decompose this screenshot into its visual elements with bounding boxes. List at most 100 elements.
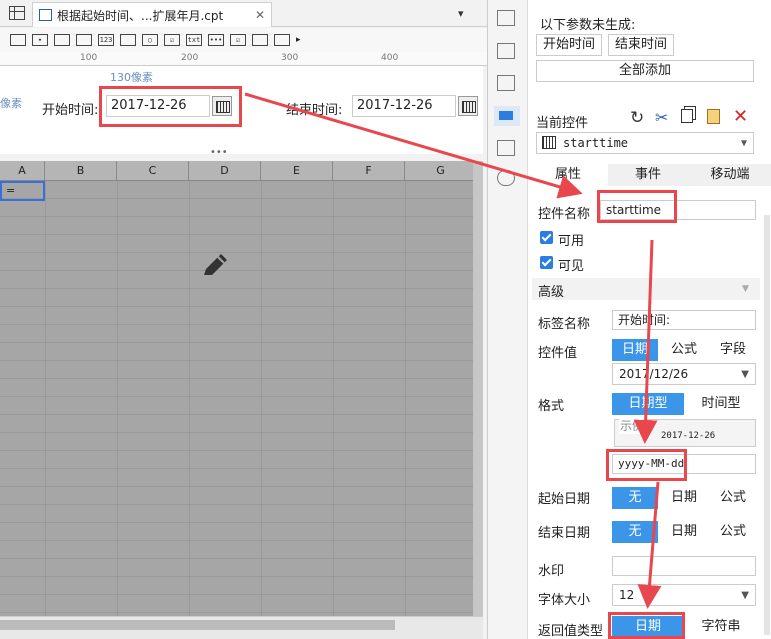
table-row[interactable]	[0, 541, 483, 559]
return-type-string[interactable]: 字符串	[686, 616, 756, 638]
table-row[interactable]	[0, 217, 483, 235]
value-date-select[interactable]: 2017/12/26 ▼	[612, 363, 756, 385]
listbox-widget-icon[interactable]	[54, 34, 70, 46]
enabled-checkbox[interactable]	[540, 231, 553, 244]
table-row[interactable]	[0, 487, 483, 505]
table-row[interactable]	[0, 451, 483, 469]
table-row[interactable]	[0, 253, 483, 271]
current-control-select[interactable]: starttime ▼	[536, 132, 754, 154]
column-header-b[interactable]: B	[45, 161, 117, 181]
table-row[interactable]	[0, 307, 483, 325]
table-row[interactable]	[0, 361, 483, 379]
hyperlink-icon[interactable]	[497, 140, 515, 156]
float-element-icon[interactable]	[497, 75, 515, 91]
return-type-date[interactable]: 日期	[612, 616, 684, 638]
tab-properties[interactable]: 属性	[528, 164, 608, 186]
table-row[interactable]	[0, 181, 483, 199]
button-widget-icon[interactable]	[274, 34, 290, 46]
end-date-none[interactable]: 无	[612, 521, 658, 543]
table-row[interactable]	[0, 469, 483, 487]
number-widget-icon[interactable]: 123	[98, 34, 114, 46]
date-widget-icon[interactable]	[76, 34, 92, 46]
more-icon[interactable]: ▸	[296, 35, 301, 45]
value-type-field[interactable]: 字段	[710, 339, 756, 361]
delete-icon[interactable]: ✕	[733, 106, 748, 127]
scroll-thumb[interactable]	[0, 620, 395, 630]
add-end-time-button[interactable]: 结束时间	[608, 34, 674, 56]
watermark-input[interactable]	[612, 556, 756, 576]
table-row[interactable]	[0, 505, 483, 523]
value-type-formula[interactable]: 公式	[660, 339, 708, 361]
grid-menu-icon[interactable]	[9, 6, 25, 20]
tab-events[interactable]: 事件	[608, 164, 688, 186]
tab-mobile[interactable]: 移动端	[688, 164, 771, 186]
end-date-formula[interactable]: 公式	[710, 521, 756, 543]
tree-widget-icon[interactable]	[252, 34, 268, 46]
table-row[interactable]	[0, 559, 483, 577]
collapse-icon[interactable]: ▼	[742, 284, 749, 294]
vertical-scrollbar[interactable]	[473, 161, 483, 616]
checkbox-widget-icon[interactable]: ☑	[164, 34, 180, 46]
refresh-icon[interactable]: ↻	[630, 108, 644, 128]
label-widget-icon[interactable]: txt	[186, 34, 202, 46]
table-row[interactable]	[0, 343, 483, 361]
table-row[interactable]	[0, 415, 483, 433]
paste-icon[interactable]	[707, 109, 720, 124]
spreadsheet-grid[interactable]: A B C D E F G =	[0, 161, 483, 616]
panel-scrollbar[interactable]	[764, 215, 770, 635]
radio-widget-icon[interactable]: ○	[142, 34, 158, 46]
add-all-button[interactable]: 全部添加	[536, 60, 754, 82]
table-row[interactable]	[0, 289, 483, 307]
cell-a1[interactable]: =	[0, 181, 45, 201]
table-row[interactable]	[0, 199, 483, 217]
control-name-label: 控件名称	[538, 207, 591, 222]
tab-overflow-icon[interactable]: ▾	[458, 7, 464, 20]
column-header-c[interactable]: C	[117, 161, 189, 181]
column-header-g[interactable]: G	[405, 161, 477, 181]
table-row[interactable]	[0, 379, 483, 397]
table-row[interactable]	[0, 235, 483, 253]
tab-file[interactable]: 根据起始时间、...扩展年月.cpt ✕	[32, 2, 272, 27]
table-row[interactable]	[0, 595, 483, 613]
advanced-section-header[interactable]	[532, 278, 760, 300]
column-header-e[interactable]: E	[261, 161, 333, 181]
cell-attribute-icon[interactable]	[497, 10, 515, 26]
start-time-field[interactable]: 2017-12-26	[106, 95, 210, 117]
table-row[interactable]	[0, 271, 483, 289]
column-header-f[interactable]: F	[333, 161, 405, 181]
column-header-a[interactable]: A	[0, 161, 45, 181]
condition-icon[interactable]	[497, 43, 515, 59]
table-row[interactable]	[0, 523, 483, 541]
add-start-time-button[interactable]: 开始时间	[536, 34, 602, 56]
format-pattern-input[interactable]: yyyy-MM-dd	[612, 454, 756, 474]
end-time-field[interactable]: 2017-12-26	[352, 95, 456, 117]
visible-checkbox[interactable]	[540, 256, 553, 269]
format-time-type[interactable]: 时间型	[686, 393, 756, 415]
table-row[interactable]	[0, 397, 483, 415]
font-size-select[interactable]: 12 ▼	[612, 584, 756, 606]
calendar-icon[interactable]	[212, 96, 232, 116]
combobox-widget-icon[interactable]: ▾	[32, 34, 48, 46]
table-row[interactable]	[0, 577, 483, 595]
textarea-widget-icon[interactable]	[120, 34, 136, 46]
textbox-widget-icon[interactable]	[10, 34, 26, 46]
copy-icon[interactable]	[681, 109, 693, 123]
value-type-date[interactable]: 日期	[612, 339, 658, 361]
start-date-date[interactable]: 日期	[660, 487, 708, 509]
cut-icon[interactable]: ✂	[655, 108, 668, 127]
password-widget-icon[interactable]: •••	[208, 34, 224, 46]
tag-name-input[interactable]: 开始时间:	[612, 310, 756, 330]
calendar-icon[interactable]	[458, 96, 478, 116]
control-name-input[interactable]: starttime	[600, 200, 756, 220]
start-date-formula[interactable]: 公式	[710, 487, 756, 509]
column-header-d[interactable]: D	[189, 161, 261, 181]
link-icon[interactable]	[497, 170, 515, 186]
end-date-date[interactable]: 日期	[660, 521, 708, 543]
format-date-type[interactable]: 日期型	[612, 393, 684, 415]
table-row[interactable]	[0, 433, 483, 451]
close-icon[interactable]: ✕	[255, 8, 265, 22]
splitter-handle[interactable]: •••	[210, 148, 228, 158]
start-date-none[interactable]: 无	[612, 487, 658, 509]
checkbox-single-widget-icon[interactable]: ☑	[230, 34, 246, 46]
table-row[interactable]	[0, 325, 483, 343]
